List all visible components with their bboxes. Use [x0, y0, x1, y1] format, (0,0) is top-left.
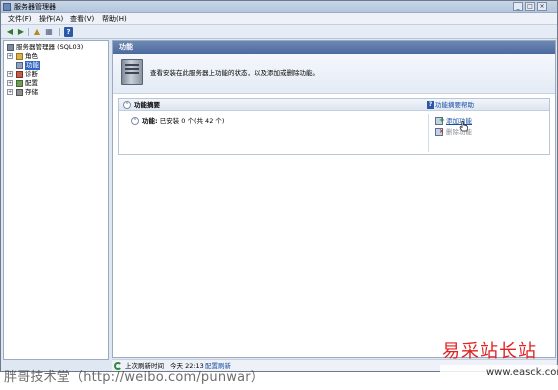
collapse-chevron-icon[interactable]: ⌃ [131, 117, 139, 125]
configuration-icon [16, 80, 23, 87]
intro-description: 查看安装在此服务器上功能的状态，以及添加或删除功能。 [150, 69, 319, 77]
help-icon[interactable]: ? [64, 27, 73, 37]
back-arrow-icon[interactable]: ◀ [5, 27, 15, 37]
menu-file[interactable]: 文件(F) [8, 14, 32, 24]
tree-item-label: 功能 [25, 61, 40, 70]
expand-toggle[interactable]: + [7, 89, 13, 95]
watermark-url: www.easck.com [486, 367, 558, 378]
menu-help[interactable]: 帮助(H) [102, 14, 127, 24]
summary-body: ⌃ 功能: 已安装 0 个(共 42 个) 添加功能 删除功能 [119, 112, 549, 154]
features-summary-section: ⌃ 功能摘要 ? 功能摘要帮助 ⌃ 功能: 已安装 0 个(共 42 个) 添加… [118, 98, 550, 155]
roles-icon [16, 53, 23, 60]
window-title: 服务器管理器 [14, 3, 56, 11]
watermark-left: 胖哥技术堂（http://weibo.com/punwar） [4, 370, 264, 385]
summary-title: 功能摘要 [134, 101, 160, 109]
content-header: 功能 [113, 41, 555, 54]
server-icon [7, 44, 14, 51]
menu-bar: 文件(F) 操作(A) 查看(V) 帮助(H) [1, 13, 557, 25]
close-button[interactable]: × [537, 2, 547, 11]
toolbar-separator [28, 28, 29, 36]
collapse-chevron-icon[interactable]: ⌃ [123, 101, 131, 109]
watermark-title: 易采站长站 [442, 341, 537, 362]
toolbar: ◀ ▶ ▲ ▦ ? [1, 25, 557, 39]
add-features-icon [435, 115, 445, 125]
summary-header[interactable]: ⌃ 功能摘要 ? 功能摘要帮助 [119, 99, 549, 111]
show-hide-tree-icon[interactable]: ▦ [44, 27, 54, 37]
title-bar[interactable]: 服务器管理器 _ □ × [1, 1, 557, 13]
maximize-button[interactable]: □ [525, 2, 535, 11]
tree-item-label: 诊断 [25, 70, 38, 78]
server-manager-window: 服务器管理器 _ □ × 文件(F) 操作(A) 查看(V) 帮助(H) ◀ ▶… [0, 0, 558, 372]
expand-toggle[interactable]: + [7, 80, 13, 86]
tree-item-label: 配置 [25, 79, 38, 87]
features-installed-value: 已安装 0 个(共 42 个) [159, 117, 225, 125]
expand-toggle[interactable]: + [7, 53, 13, 59]
features-label: 功能: [142, 117, 158, 125]
toolbar-separator [59, 28, 60, 36]
server-icon [121, 59, 143, 85]
diagnostics-icon [16, 71, 23, 78]
navigation-tree[interactable]: 服务器管理器 (SQL03) + 角色 功能 + 诊断 + 配置 + 存储 [3, 40, 109, 360]
help-icon: ? [427, 101, 434, 109]
summary-help-link[interactable]: 功能摘要帮助 [435, 100, 474, 110]
expand-toggle[interactable]: + [7, 71, 13, 77]
minimize-button[interactable]: _ [513, 2, 523, 11]
forward-arrow-icon[interactable]: ▶ [16, 27, 26, 37]
tree-item-label: 存储 [25, 88, 38, 96]
hand-cursor-icon [459, 121, 468, 132]
features-icon [16, 62, 23, 69]
up-folder-icon[interactable]: ▲ [32, 27, 42, 37]
menu-view[interactable]: 查看(V) [70, 14, 94, 24]
watermark-right: 易采站长站 www.easck.com [440, 337, 558, 390]
tree-root-label: 服务器管理器 (SQL03) [16, 43, 84, 51]
features-installed-count: 功能: 已安装 0 个(共 42 个) [142, 116, 224, 126]
storage-icon [16, 89, 23, 96]
actions-divider [428, 114, 429, 152]
server-manager-app-icon [3, 3, 11, 11]
menu-action[interactable]: 操作(A) [39, 14, 63, 24]
tree-item-label: 角色 [25, 52, 38, 60]
intro-panel: 查看安装在此服务器上功能的状态，以及添加或删除功能。 [113, 54, 555, 94]
remove-features-icon [435, 127, 444, 137]
content-pane: 功能 查看安装在此服务器上功能的状态，以及添加或删除功能。 ⌃ 功能摘要 ? 功… [112, 40, 556, 358]
